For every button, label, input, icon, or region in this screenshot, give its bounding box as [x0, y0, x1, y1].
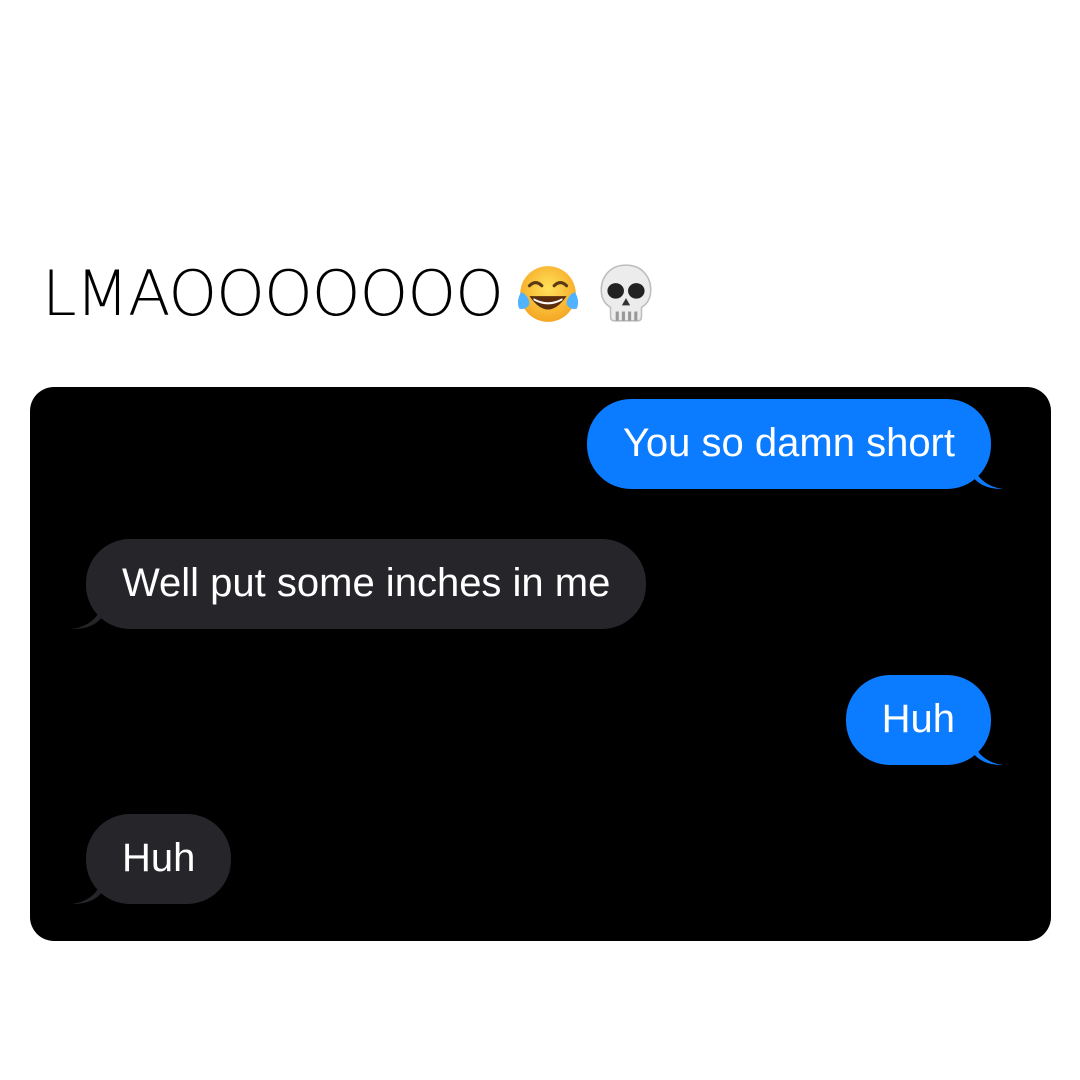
message-text: You so damn short: [622, 421, 955, 465]
message-bubble-received[interactable]: Huh: [72, 814, 232, 904]
bubble-tail: [72, 878, 102, 904]
message-thread[interactable]: You so damn short Well put some inches i…: [30, 387, 1051, 941]
message-text: Huh: [122, 836, 196, 880]
message-bubble-sent[interactable]: Huh: [845, 675, 1003, 765]
message-text: Well put some inches in me: [122, 561, 611, 605]
caption: LMAOOOOOOO: [42, 256, 659, 332]
skull-icon: [600, 264, 652, 322]
face-with-tears-of-joy-icon: [517, 266, 579, 322]
message-bubble-received[interactable]: Well put some inches in me: [72, 539, 647, 629]
bubble-tail: [72, 603, 102, 629]
message-row-received: Huh: [72, 814, 232, 904]
bubble-tail: [973, 463, 1003, 489]
bubble-tail: [973, 739, 1003, 765]
message-row-sent: Huh: [845, 675, 1003, 765]
message-row-received: Well put some inches in me: [72, 539, 647, 629]
message-row-sent: You so damn short: [586, 399, 1003, 489]
caption-text: LMAOOOOOOO: [42, 257, 504, 330]
message-text: Huh: [881, 697, 955, 741]
message-bubble-sent[interactable]: You so damn short: [586, 399, 1003, 489]
